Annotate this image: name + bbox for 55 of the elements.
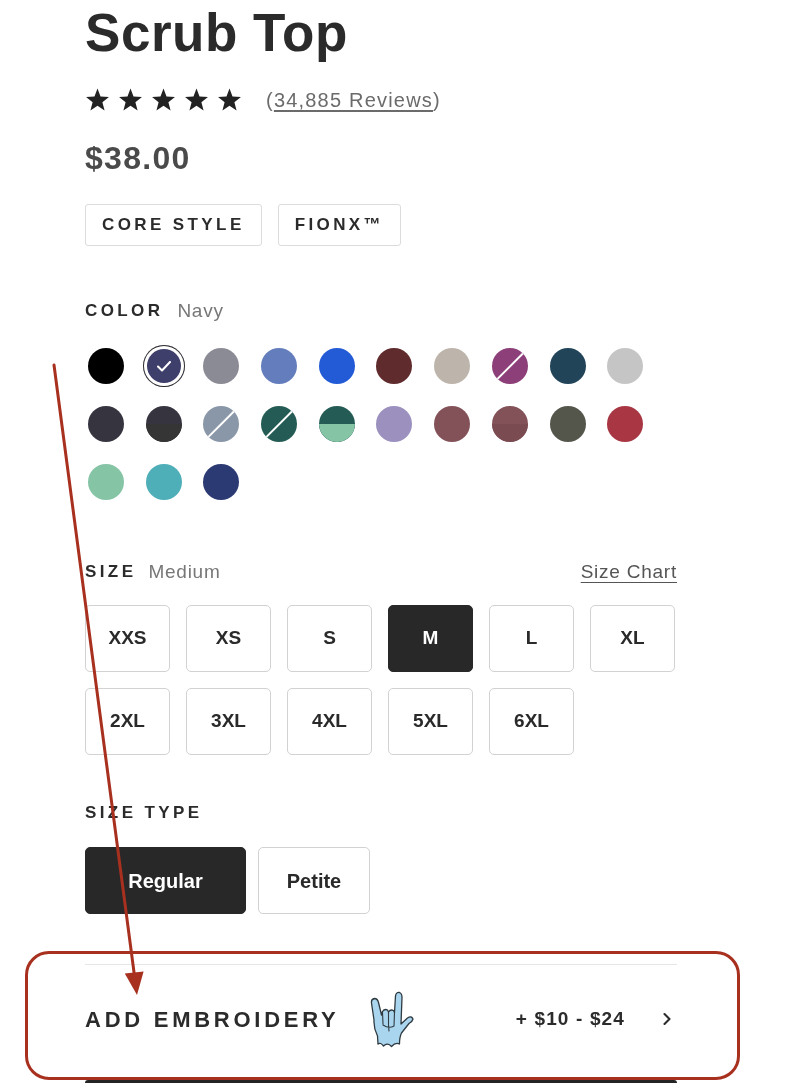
size-option[interactable]: 2XL: [85, 688, 170, 755]
size-option[interactable]: 6XL: [489, 688, 574, 755]
size-option[interactable]: 5XL: [388, 688, 473, 755]
color-swatch[interactable]: [88, 464, 124, 500]
star-icon: [151, 88, 176, 112]
color-swatch[interactable]: [434, 348, 471, 384]
style-tag: FIONX™: [277, 204, 401, 246]
color-swatch[interactable]: [88, 348, 124, 384]
star-icon: [217, 88, 242, 112]
color-swatch[interactable]: [261, 406, 298, 442]
size-option[interactable]: 4XL: [287, 688, 372, 755]
color-swatch[interactable]: [261, 348, 298, 384]
size-type-option[interactable]: Petite: [258, 847, 370, 914]
color-swatch[interactable]: [142, 345, 185, 387]
color-swatch[interactable]: [607, 348, 644, 384]
color-swatch[interactable]: [607, 406, 644, 442]
color-swatch[interactable]: [549, 406, 586, 442]
color-swatch[interactable]: [203, 406, 240, 442]
color-swatch[interactable]: [434, 406, 471, 442]
embroidery-price: + $10 - $24: [515, 1006, 625, 1031]
star-icon: [184, 88, 209, 112]
check-icon: [156, 360, 171, 372]
selected-size-name: Medium: [148, 559, 221, 584]
style-tag: CORE STYLE: [85, 204, 262, 246]
star-icon: [85, 88, 110, 112]
color-swatch[interactable]: [318, 406, 355, 442]
size-option[interactable]: XS: [186, 605, 271, 672]
color-swatch[interactable]: [88, 406, 124, 442]
star-icon: [118, 88, 143, 112]
color-swatch[interactable]: [549, 348, 586, 384]
reviews-link[interactable]: (34,885 Reviews): [266, 85, 441, 115]
color-label: COLOR: [85, 300, 164, 323]
color-swatch[interactable]: [376, 406, 413, 442]
size-option[interactable]: XXS: [85, 605, 170, 672]
product-title: Scrub Top: [85, 4, 349, 62]
selected-color-name: Navy: [177, 298, 224, 323]
hand-sign-icon: [369, 990, 415, 1048]
color-swatch[interactable]: [491, 406, 528, 442]
size-label: SIZE: [85, 561, 137, 584]
color-swatch[interactable]: [318, 348, 355, 384]
color-swatch[interactable]: [145, 406, 182, 442]
size-option[interactable]: 3XL: [186, 688, 271, 755]
size-type-option[interactable]: Regular: [85, 847, 246, 914]
size-option[interactable]: XL: [590, 605, 675, 672]
size-option[interactable]: S: [287, 605, 372, 672]
size-chart-link[interactable]: Size Chart: [580, 557, 677, 587]
color-swatch[interactable]: [376, 348, 413, 384]
embroidery-title: ADD EMBROIDERY: [85, 1005, 340, 1034]
color-swatch[interactable]: [203, 348, 240, 384]
color-swatch[interactable]: [145, 464, 182, 500]
product-price: $38.00: [85, 140, 192, 176]
size-option[interactable]: L: [489, 605, 574, 672]
size-option[interactable]: M: [388, 605, 473, 672]
color-swatch[interactable]: [203, 464, 240, 500]
color-swatch[interactable]: [491, 348, 528, 384]
